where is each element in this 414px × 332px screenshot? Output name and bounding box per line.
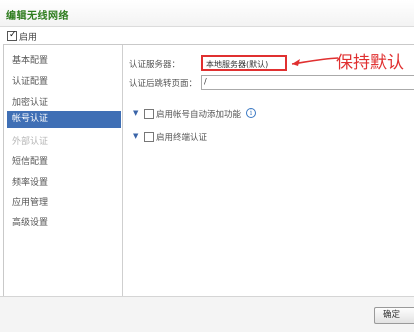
auth-server-select[interactable]: 本地服务器(默认) <box>201 55 287 71</box>
sidebar-item-external-auth[interactable]: 外部认证 <box>7 134 121 151</box>
sidebar-item-frequency[interactable]: 频率设置 <box>7 175 121 192</box>
content-area: 认证服务器： 本地服务器(默认) 认证后跳转页面： / ▼ 启用帐号自动添加功能… <box>123 45 414 297</box>
redirect-input[interactable]: / <box>201 75 414 90</box>
check-icon: ✓ <box>9 30 17 40</box>
sidebar-item-advanced[interactable]: 高级设置 <box>7 215 121 232</box>
terminal-auth-toggle[interactable]: ▼ 启用终端认证 <box>133 131 253 143</box>
redirect-value: / <box>204 77 207 86</box>
terminal-auth-checkbox[interactable] <box>144 132 154 142</box>
redirect-label: 认证后跳转页面： <box>129 79 198 89</box>
info-icon[interactable]: i <box>246 108 256 118</box>
dialog-title: 编辑无线网络 <box>6 11 69 22</box>
account-auto-add-checkbox[interactable] <box>144 109 154 119</box>
dialog-title-bar: 编辑无线网络 <box>0 0 414 27</box>
sidebar-item-sms[interactable]: 短信配置 <box>7 154 121 171</box>
sidebar-item-auth-config[interactable]: 认证配置 <box>7 74 121 91</box>
arrow-icon <box>291 57 339 66</box>
expand-triangle-icon[interactable]: ▼ <box>133 109 138 117</box>
enable-label: 启用 <box>19 33 38 43</box>
annotation-text: 保持默认 <box>336 53 404 73</box>
ok-button[interactable]: 确定 <box>374 307 414 324</box>
sidebar-item-apps[interactable]: 应用管理 <box>7 195 121 212</box>
terminal-auth-label: 启用终端认证 <box>156 133 208 143</box>
auth-server-label: 认证服务器： <box>129 60 181 70</box>
sidebar-item-encryption[interactable]: 加密认证 <box>7 95 121 112</box>
enable-checkbox[interactable]: ✓ <box>7 30 17 41</box>
dialog-footer: 确定 <box>0 296 414 332</box>
sidebar-item-basic[interactable]: 基本配置 <box>7 53 121 70</box>
account-auto-add-toggle[interactable]: ▼ 启用帐号自动添加功能 i <box>133 108 293 120</box>
expand-triangle-icon[interactable]: ▼ <box>133 132 138 140</box>
sidebar-nav: 基本配置 认证配置 加密认证 帐号认证 外部认证 短信配置 频率设置 应用管理 … <box>4 45 123 297</box>
annotation-callout: 保持默认 <box>288 48 414 73</box>
auth-server-value: 本地服务器(默认) <box>206 60 269 69</box>
sidebar-item-account-auth[interactable]: 帐号认证 <box>7 111 121 128</box>
account-auto-add-label: 启用帐号自动添加功能 <box>156 110 242 120</box>
settings-panel: 基本配置 认证配置 加密认证 帐号认证 外部认证 短信配置 频率设置 应用管理 … <box>3 44 414 298</box>
